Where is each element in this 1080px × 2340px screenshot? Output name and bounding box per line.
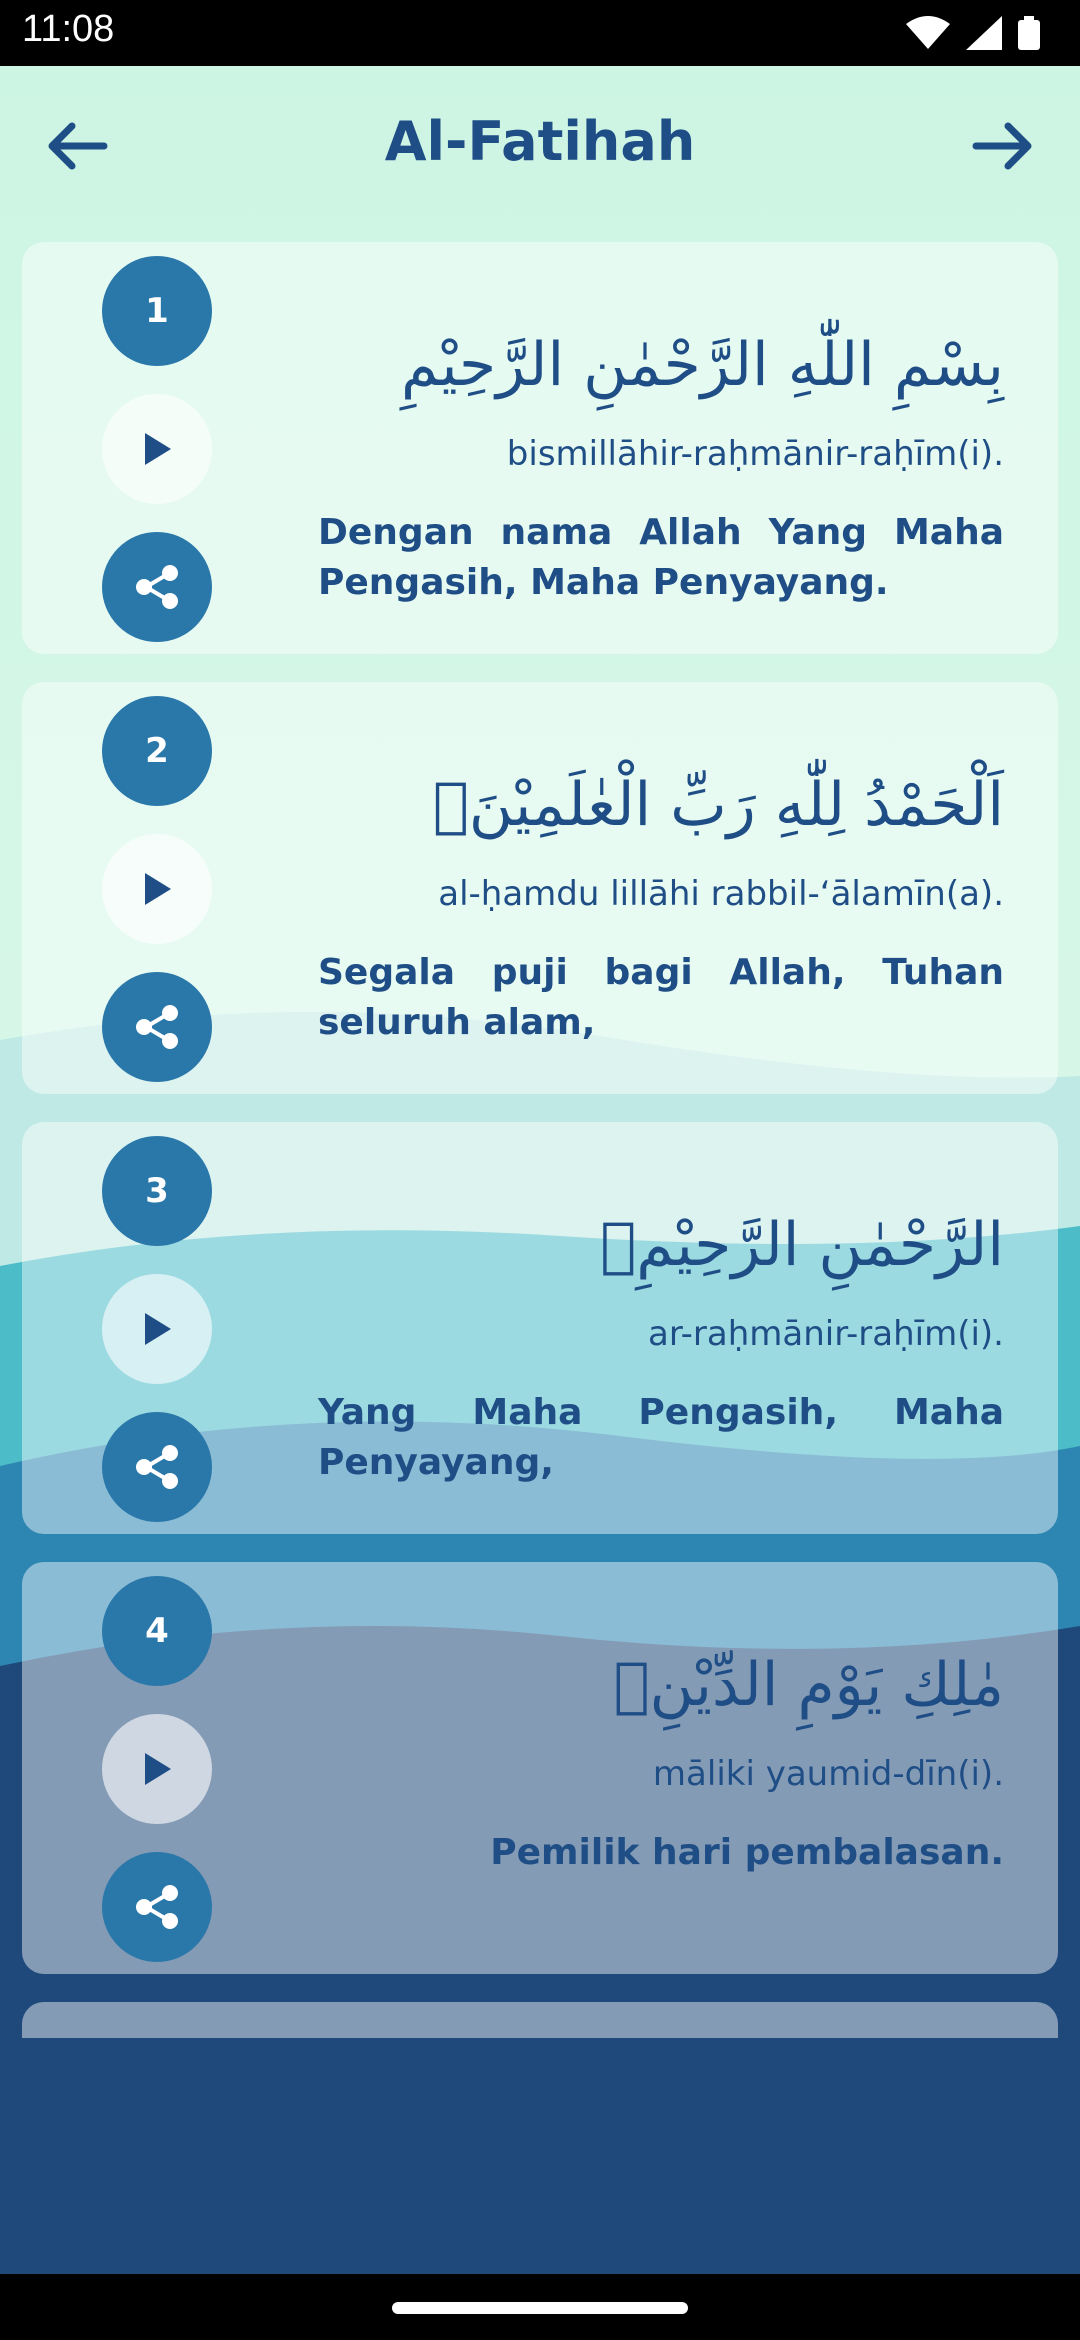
play-button[interactable] (102, 1274, 212, 1384)
signal-icon (966, 16, 1002, 50)
arrow-right-icon (972, 122, 1032, 170)
share-button[interactable] (102, 1412, 212, 1522)
translation: Dengan nama Allah Yang Maha Pengasih, Ma… (318, 512, 1004, 603)
verse-card: 3 الرَّحْمٰنِ الرَّحِيْمِۙ ar-raḥmānir-r… (22, 1122, 1058, 1534)
arabic-text: اَلْحَمْدُ لِلّٰهِ رَبِّ الْعٰلَمِيْنَۙ (432, 770, 1004, 840)
transliteration: al-ḥamdu lillāhi rabbil-‘ālamīn(a). (438, 874, 1004, 914)
share-button[interactable] (102, 972, 212, 1082)
verse-number-badge: 1 (102, 256, 212, 366)
verse-number-badge: 2 (102, 696, 212, 806)
verse-number-badge: 4 (102, 1576, 212, 1686)
status-bar: 11:08 (0, 0, 1080, 66)
play-button[interactable] (102, 1714, 212, 1824)
transliteration: bismillāhir-raḥmānir-raḥīm(i). (506, 434, 1004, 474)
share-button[interactable] (102, 1852, 212, 1962)
translation: Pemilik hari pembalasan. (490, 1832, 1004, 1873)
transliteration: ar-raḥmānir-raḥīm(i). (647, 1314, 1004, 1354)
status-time: 11:08 (22, 8, 115, 50)
arabic-text: مٰلِكِ يَوْمِ الدِّيْنِۗ (613, 1650, 1004, 1720)
arabic-text: الرَّحْمٰنِ الرَّحِيْمِۙ (600, 1210, 1004, 1280)
verse-card: 4 مٰلِكِ يَوْمِ الدِّيْنِۗ māliki yaumid… (22, 1562, 1058, 1974)
share-button[interactable] (102, 532, 212, 642)
wifi-icon (906, 16, 950, 49)
verse-card-partial (22, 2002, 1058, 2038)
play-icon (145, 873, 171, 905)
play-button[interactable] (102, 394, 212, 504)
translation: Yang Maha Pengasih, Maha Penyayang, (318, 1392, 1004, 1483)
next-button[interactable] (964, 106, 1044, 186)
share-icon (136, 565, 178, 609)
verse-card: 1 بِسْمِ اللّٰهِ الرَّحْمٰنِ الرَّحِيْمِ… (22, 242, 1058, 654)
app-bar: Al-Fatihah (0, 66, 1080, 222)
play-icon (145, 1753, 171, 1785)
battery-icon (1018, 16, 1040, 50)
navigation-bar (0, 2274, 1080, 2340)
share-icon (136, 1885, 178, 1929)
status-icons (906, 16, 1040, 50)
page-title: Al-Fatihah (384, 110, 696, 173)
verse-number-badge: 3 (102, 1136, 212, 1246)
play-icon (145, 433, 171, 465)
share-icon (136, 1005, 178, 1049)
verse-list: 1 بِسْمِ اللّٰهِ الرَّحْمٰنِ الرَّحِيْمِ… (22, 242, 1058, 2066)
translation: Segala puji bagi Allah, Tuhan seluruh al… (318, 952, 1004, 1043)
play-icon (145, 1313, 171, 1345)
share-icon (136, 1445, 178, 1489)
home-gesture-handle[interactable] (392, 2302, 688, 2314)
play-button[interactable] (102, 834, 212, 944)
arabic-text: بِسْمِ اللّٰهِ الرَّحْمٰنِ الرَّحِيْمِ (400, 330, 1004, 400)
transliteration: māliki yaumid-dīn(i). (652, 1754, 1004, 1794)
verse-card: 2 اَلْحَمْدُ لِلّٰهِ رَبِّ الْعٰلَمِيْنَ… (22, 682, 1058, 1094)
